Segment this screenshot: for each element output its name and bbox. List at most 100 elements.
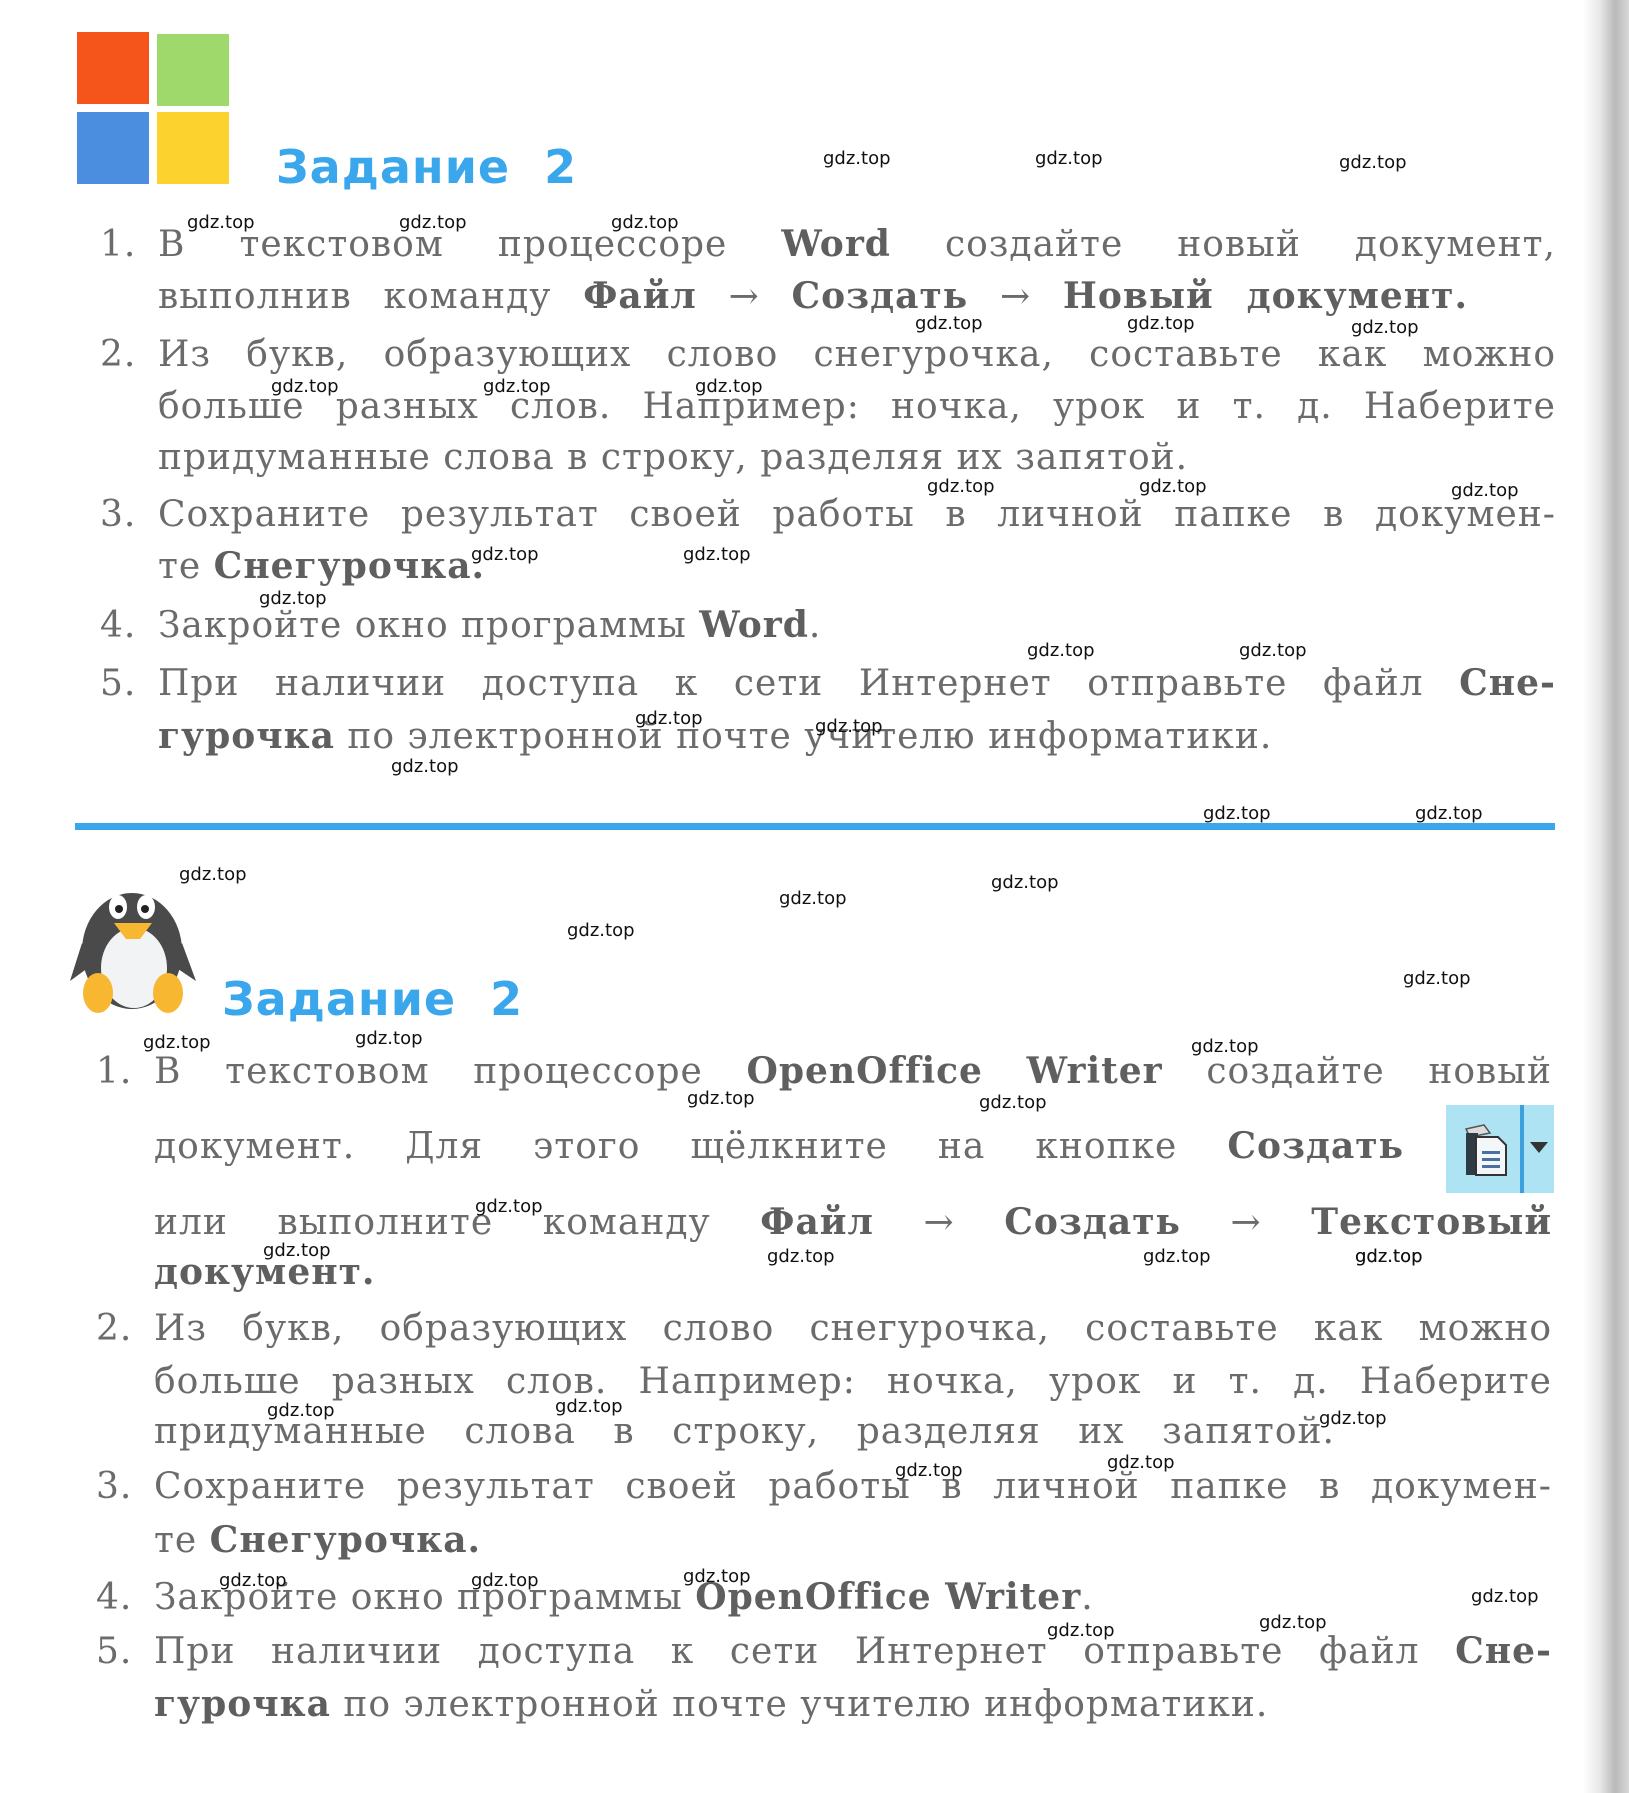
- step-line: 1. В текстовом процессоре Word создайте н…: [100, 222, 1560, 267]
- watermark-text: gdz.top: [179, 864, 247, 885]
- watermark-text: gdz.top: [1471, 1586, 1539, 1607]
- watermark-text: gdz.top: [355, 1028, 423, 1049]
- new-document-icon: [1464, 1124, 1507, 1176]
- watermark-text: gdz.top: [391, 756, 459, 777]
- step-line: 5. При наличии доступа к сети Интернет от…: [96, 1629, 1556, 1674]
- step-text: Закройте окно программы OpenOffice Write…: [154, 1576, 1094, 1618]
- watermark-text: gdz.top: [683, 544, 751, 565]
- watermark-text: gdz.top: [823, 148, 891, 169]
- step-text: придуманные слова в строку, разделяя их …: [158, 437, 1189, 478]
- watermark-text: gdz.top: [263, 1240, 331, 1261]
- step-line: 3. Сохраните результат своей работы в лич…: [100, 493, 1560, 537]
- step-line: те Снегурочка.: [154, 1518, 1614, 1563]
- watermark-text: gdz.top: [1191, 1036, 1259, 1057]
- step-text: Из букв, образующих слово снегурочка, со…: [158, 334, 1557, 375]
- step-text: В текстовом процессоре Word создайте нов…: [158, 223, 1556, 265]
- dropdown-arrow-icon[interactable]: [1530, 1142, 1548, 1153]
- watermark-text: gdz.top: [1143, 1246, 1211, 1267]
- step-line: придуманные слова в строку, разделяя их …: [158, 436, 1618, 480]
- step-text: выполнив команду Файл → Создать → Новый …: [158, 275, 1468, 317]
- watermark-text: gdz.top: [779, 888, 847, 909]
- watermark-text: gdz.top: [471, 1570, 539, 1591]
- step-line: 2. Из букв, образующих слово снегурочка, …: [100, 333, 1560, 377]
- watermark-text: gdz.top: [1035, 148, 1103, 169]
- step-number: 3.: [96, 1466, 133, 1507]
- watermark-text: gdz.top: [143, 1032, 211, 1053]
- step-text: При наличии доступа к сети Интернет отпр…: [154, 1630, 1552, 1672]
- watermark-text: gdz.top: [471, 544, 539, 565]
- step-line: или выполните команду Файл → Создать → Т…: [154, 1200, 1614, 1245]
- section-title: Задание 2: [276, 140, 578, 194]
- step-number: 4.: [96, 1577, 133, 1618]
- step-line: 1. В текстовом процессоре OpenOffice Writ…: [96, 1049, 1556, 1094]
- step-text: те Снегурочка.: [158, 545, 486, 587]
- watermark-text: gdz.top: [1451, 480, 1519, 501]
- watermark-text: gdz.top: [1139, 476, 1207, 497]
- button-separator: [1520, 1105, 1524, 1193]
- watermark-text: gdz.top: [1403, 968, 1471, 989]
- step-line: 4. Закройте окно программы Word.: [100, 603, 1560, 648]
- step-text: Сохраните результат своей работы в лично…: [158, 494, 1556, 535]
- watermark-text: gdz.top: [1027, 640, 1095, 661]
- step-text: или выполните команду Файл → Создать → Т…: [154, 1201, 1553, 1243]
- new-document-button[interactable]: [1446, 1105, 1554, 1193]
- step-line: придуманные слова в строку, разделяя их …: [154, 1410, 1614, 1454]
- step-text: больше разных слов. Например: ночка, уро…: [154, 1361, 1552, 1402]
- step-text: Из букв, образующих слово снегурочка, со…: [154, 1308, 1553, 1349]
- step-line: 5. При наличии доступа к сети Интернет от…: [100, 661, 1560, 706]
- step-text: документ. Для этого щёлкните на кнопке С…: [154, 1125, 1405, 1167]
- step-line: те Снегурочка.: [158, 544, 1618, 589]
- step-text: В текстовом процессоре OpenOffice Writer…: [154, 1050, 1552, 1092]
- watermark-text: gdz.top: [555, 1396, 623, 1417]
- step-text: При наличии доступа к сети Интернет отпр…: [158, 662, 1556, 704]
- watermark-text: gdz.top: [1415, 803, 1483, 824]
- watermark-text: gdz.top: [635, 708, 703, 729]
- watermark-text: gdz.top: [1319, 1408, 1387, 1429]
- watermark-text: gdz.top: [895, 1460, 963, 1481]
- watermark-text: gdz.top: [915, 313, 983, 334]
- step-line: больше разных слов. Например: ночка, уро…: [154, 1360, 1614, 1404]
- watermark-text: gdz.top: [979, 1092, 1047, 1113]
- step-line: больше разных слов. Например: ночка, уро…: [158, 385, 1618, 429]
- step-line: 4. Закройте окно программы OpenOffice Wri…: [96, 1575, 1556, 1620]
- watermark-text: gdz.top: [1239, 640, 1307, 661]
- watermark-text: gdz.top: [1339, 152, 1407, 173]
- step-number: 5.: [100, 663, 137, 704]
- watermark-text: gdz.top: [767, 1246, 835, 1267]
- step-line: выполнив команду Файл → Создать → Новый …: [158, 274, 1618, 319]
- watermark-text: gdz.top: [219, 1570, 287, 1591]
- step-number: 3.: [100, 494, 137, 535]
- step-line: 2. Из букв, образующих слово снегурочка, …: [96, 1307, 1556, 1351]
- watermark-text: gdz.top: [475, 1196, 543, 1217]
- watermark-text: gdz.top: [1355, 1246, 1423, 1267]
- watermark-text: gdz.top: [683, 1566, 751, 1587]
- step-text: гурочка по электронной почте учителю инф…: [154, 1683, 1269, 1725]
- step-line: документ. Для этого щёлкните на кнопке С…: [154, 1124, 1614, 1169]
- watermark-text: gdz.top: [483, 376, 551, 397]
- step-text: больше разных слов. Например: ночка, уро…: [158, 386, 1556, 427]
- section-title: Задание 2: [222, 972, 524, 1026]
- watermark-text: gdz.top: [567, 920, 635, 941]
- step-text: гурочка по электронной почте учителю инф…: [158, 715, 1273, 757]
- step-number: 2.: [96, 1308, 133, 1349]
- watermark-text: gdz.top: [399, 212, 467, 233]
- watermark-text: gdz.top: [991, 872, 1059, 893]
- step-line: гурочка по электронной почте учителю инф…: [158, 714, 1618, 759]
- watermark-text: gdz.top: [1107, 1452, 1175, 1473]
- step-number: 4.: [100, 605, 137, 646]
- watermark-text: gdz.top: [1127, 313, 1195, 334]
- watermark-text: gdz.top: [1047, 1620, 1115, 1641]
- watermark-text: gdz.top: [1259, 1612, 1327, 1633]
- watermark-text: gdz.top: [815, 716, 883, 737]
- step-number: 2.: [100, 334, 137, 375]
- step-line: гурочка по электронной почте учителю инф…: [154, 1682, 1614, 1727]
- watermark-text: gdz.top: [271, 376, 339, 397]
- step-number: 1.: [100, 224, 137, 265]
- step-number: 1.: [96, 1051, 133, 1092]
- linux-penguin-icon: [70, 893, 196, 1013]
- step-text: Закройте окно программы Word.: [158, 604, 822, 646]
- watermark-text: gdz.top: [927, 476, 995, 497]
- watermark-text: gdz.top: [1203, 803, 1271, 824]
- watermark-text: gdz.top: [187, 212, 255, 233]
- windows-logo-icon: [77, 32, 229, 186]
